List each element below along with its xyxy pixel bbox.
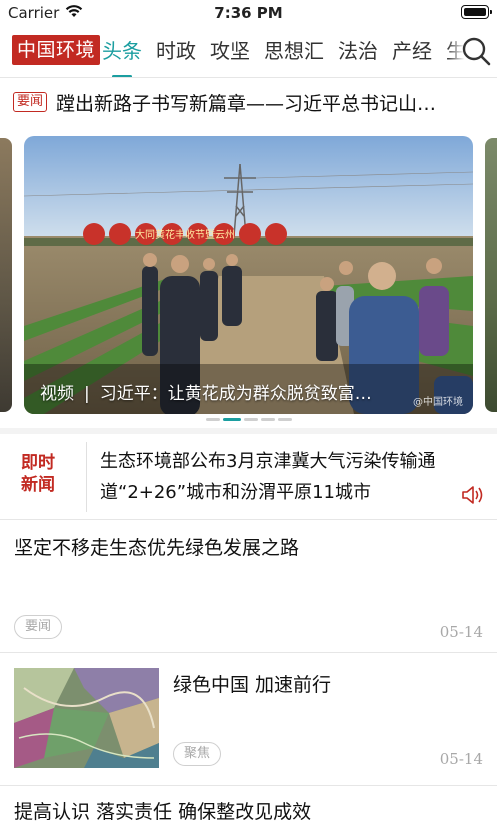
carousel-next-peek[interactable] bbox=[485, 138, 497, 412]
article-tag: 聚焦 bbox=[173, 742, 222, 766]
article-card[interactable]: 提高认识 落实责任 确保整改见成效 bbox=[0, 787, 497, 833]
pagination-dot[interactable] bbox=[205, 418, 220, 421]
search-icon[interactable] bbox=[460, 35, 492, 67]
channel-tabs: 头条 时政 攻坚 思想汇 法治 产经 生 bbox=[102, 38, 480, 77]
article-date: 05-14 bbox=[439, 750, 483, 768]
caption-title: 习近平：让黄花成为群众脱贫致富… bbox=[99, 384, 372, 404]
channel-nav-bar: 中国环境 头条 时政 攻坚 思想汇 法治 产经 生 bbox=[0, 26, 497, 78]
tab-chanjing[interactable]: 产经 bbox=[392, 38, 432, 64]
status-bar: Carrier 7:36 PM bbox=[0, 0, 497, 26]
tab-shizheng[interactable]: 时政 bbox=[156, 38, 196, 64]
status-time: 7:36 PM bbox=[214, 4, 283, 22]
slide-photo: 大同黄花丰收节暨云州 bbox=[24, 136, 473, 414]
tab-sixianghui[interactable]: 思想汇 bbox=[264, 38, 324, 64]
flash-news-label: 即时 新闻 bbox=[18, 452, 58, 496]
slide-caption: 视频 | 习近平：让黄花成为群众脱贫致富… bbox=[40, 379, 372, 404]
feature-carousel[interactable]: 大同黄花丰收节暨云州 视频 | 习近平：让黄花成为群众脱贫致富… @中国环境 bbox=[0, 126, 497, 426]
article-title[interactable]: 提高认识 落实责任 确保整改见成效 bbox=[14, 797, 311, 824]
headline-title[interactable]: 蹚出新路子书写新篇章——习近平总书记山… bbox=[56, 89, 486, 116]
tab-fazhi[interactable]: 法治 bbox=[338, 38, 378, 64]
flash-label-line2: 新闻 bbox=[21, 475, 55, 495]
article-card[interactable]: 绿色中国 加速前行 聚焦 05-14 bbox=[0, 654, 497, 786]
slide-watermark: @中国环境 bbox=[413, 397, 463, 408]
article-card[interactable]: 坚定不移走生态优先绿色发展之路 要闻 05-14 bbox=[0, 521, 497, 653]
pagination-dot-active[interactable] bbox=[222, 418, 241, 421]
article-title[interactable]: 绿色中国 加速前行 bbox=[173, 670, 331, 697]
flash-news[interactable]: 即时 新闻 生态环境部公布3月京津冀大气污染传输通道“2+26”城市和汾渭平原1… bbox=[0, 428, 497, 520]
carousel-prev-peek[interactable] bbox=[0, 138, 12, 412]
article-tag: 要闻 bbox=[14, 615, 63, 639]
top-headline[interactable]: 要闻 蹚出新路子书写新篇章——习近平总书记山… bbox=[0, 78, 497, 126]
pagination-dot[interactable] bbox=[260, 418, 275, 421]
tab-toutiao[interactable]: 头条 bbox=[102, 38, 142, 77]
article-title[interactable]: 坚定不移走生态优先绿色发展之路 bbox=[14, 533, 299, 560]
flash-label-line1: 即时 bbox=[21, 453, 55, 473]
brand-logo[interactable]: 中国环境 bbox=[12, 35, 101, 65]
pagination-dot[interactable] bbox=[277, 418, 292, 421]
carousel-slide[interactable]: 大同黄花丰收节暨云州 视频 | 习近平：让黄花成为群众脱贫致富… @中国环境 bbox=[24, 136, 473, 414]
caption-type: 视频 bbox=[40, 384, 74, 404]
speaker-icon[interactable] bbox=[461, 484, 485, 506]
flash-divider bbox=[86, 442, 87, 512]
slide-sign-text: 大同黄花丰收节暨云州 bbox=[135, 228, 235, 241]
article-date: 05-14 bbox=[439, 623, 483, 641]
caption-separator: | bbox=[84, 384, 90, 404]
article-thumbnail[interactable] bbox=[14, 668, 159, 768]
tab-gongjian[interactable]: 攻坚 bbox=[210, 38, 250, 64]
headline-tag: 要闻 bbox=[13, 92, 48, 112]
flash-news-text[interactable]: 生态环境部公布3月京津冀大气污染传输通道“2+26”城市和汾渭平原11城市 bbox=[100, 446, 475, 508]
pagination-dot[interactable] bbox=[243, 418, 258, 421]
battery-icon bbox=[461, 5, 492, 19]
carousel-pagination bbox=[0, 418, 497, 421]
